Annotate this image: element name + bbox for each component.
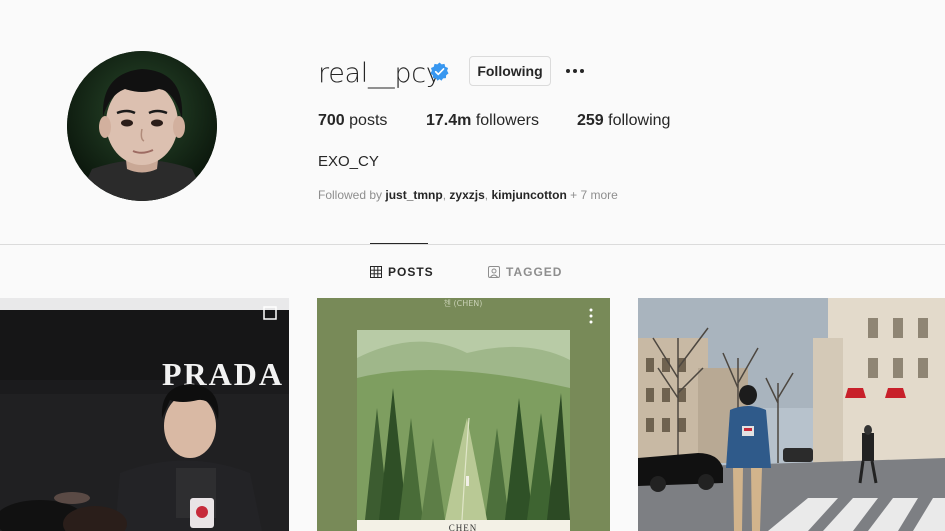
profile-full-name: EXO_CY [318, 153, 379, 170]
followed-by-user[interactable]: just_tmnp [385, 188, 442, 202]
tab-tagged-label: TAGGED [506, 265, 563, 279]
album-footer-text: CHEN [449, 523, 478, 531]
verified-badge-icon [430, 62, 449, 81]
followed-by-user[interactable]: zyxzjs [449, 188, 484, 202]
grid-icon [370, 266, 382, 278]
following-button[interactable]: Following [469, 56, 551, 86]
followed-by-user[interactable]: kimjuncotton [491, 188, 566, 202]
more-options-icon[interactable] [564, 60, 586, 82]
album-header-text: 첸 (CHEN) [444, 298, 483, 308]
avatar-photo [67, 51, 217, 201]
followers-count: 17.4m [426, 112, 472, 129]
post-image [638, 298, 945, 531]
tab-posts-label: POSTS [388, 265, 434, 279]
posts-count: 700 [318, 112, 345, 129]
profile-avatar[interactable] [67, 51, 217, 201]
following-label: following [608, 112, 671, 129]
followed-by-line: Followed by just_tmnp, zyxzjs, kimjuncot… [318, 188, 618, 202]
following-count: 259 [577, 112, 604, 129]
post-thumbnail[interactable]: 첸 (CHEN) CHEN [317, 298, 610, 531]
post-image: PRADA [0, 298, 289, 531]
post-image: 첸 (CHEN) CHEN [317, 298, 610, 531]
tagged-user-icon [488, 266, 500, 278]
following-link[interactable]: 259 following [577, 112, 670, 130]
followers-link[interactable]: 17.4m followers [426, 112, 539, 130]
posts-label: posts [349, 112, 388, 129]
followed-by-more[interactable]: + 7 more [570, 188, 618, 202]
post-thumbnail[interactable]: PRADA [0, 298, 289, 531]
tab-tagged[interactable]: TAGGED [488, 264, 562, 280]
profile-username: real__pcy [318, 58, 442, 89]
active-tab-indicator [370, 243, 428, 244]
tabs-divider [0, 244, 945, 245]
posts-count-stat: 700 posts [318, 112, 387, 130]
tab-posts[interactable]: POSTS [370, 264, 434, 280]
followers-label: followers [475, 112, 539, 129]
post-thumbnail[interactable] [638, 298, 945, 531]
followed-by-prefix: Followed by [318, 188, 383, 202]
